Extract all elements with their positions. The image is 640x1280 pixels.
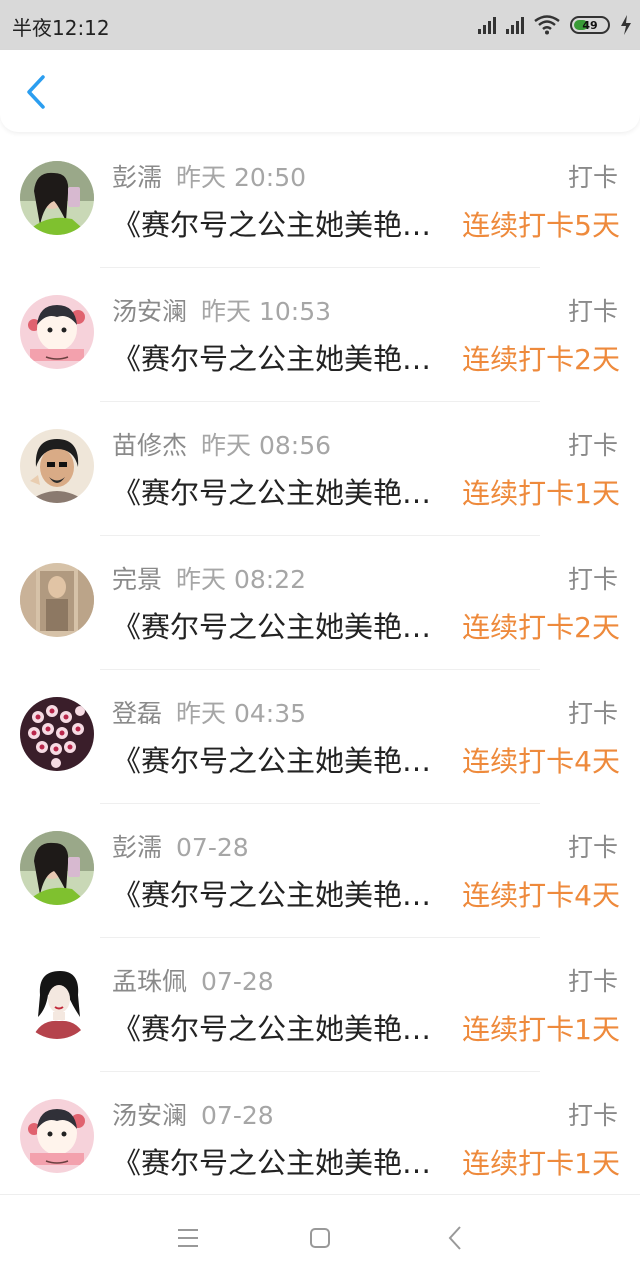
checkin-label: 打卡 xyxy=(567,565,618,594)
avatar-photo-1 xyxy=(20,831,94,905)
avatar[interactable] xyxy=(20,697,94,771)
signal-icon xyxy=(506,16,524,34)
streak-badge: 连续打卡5天 xyxy=(462,209,620,242)
charging-icon xyxy=(621,15,631,35)
back-button[interactable] xyxy=(18,72,54,112)
menu-button[interactable] xyxy=(173,1223,203,1253)
list-item[interactable]: 苗修杰 昨天 08:56 打卡《赛尔号之公主她美艳动人》 连续打卡1天 xyxy=(0,402,640,536)
checkin-label: 打卡 xyxy=(567,833,618,862)
streak-badge: 连续打卡1天 xyxy=(462,1013,620,1046)
back-chevron-icon xyxy=(27,75,45,109)
avatar-photo-2 xyxy=(20,429,94,503)
book-title[interactable]: 《赛尔号之公主她美艳动人》 xyxy=(112,604,458,646)
menu-icon xyxy=(178,1229,198,1247)
streak-badge: 连续打卡4天 xyxy=(462,879,620,912)
status-time: 半夜12:12 xyxy=(12,16,110,40)
avatar-flowers xyxy=(20,697,94,771)
checkin-time: 昨天 08:22 xyxy=(176,565,307,594)
checkin-time: 昨天 08:56 xyxy=(201,431,332,460)
streak-badge: 连续打卡4天 xyxy=(462,745,620,778)
checkin-time: 07-28 xyxy=(201,1101,274,1130)
name-row: 苗修杰 昨天 08:56 xyxy=(112,426,331,462)
book-title[interactable]: 《赛尔号之公主她美艳动人》 xyxy=(112,470,458,512)
book-title[interactable]: 《赛尔号之公主她美艳动人》 xyxy=(112,1006,458,1048)
avatar[interactable] xyxy=(20,161,94,235)
header xyxy=(0,50,640,132)
home-icon xyxy=(310,1228,330,1248)
system-back-button[interactable] xyxy=(440,1223,470,1253)
user-name[interactable]: 苗修杰 xyxy=(112,431,187,460)
book-title[interactable]: 《赛尔号之公主她美艳动人》 xyxy=(112,1140,458,1182)
checkin-time: 昨天 04:35 xyxy=(176,699,307,728)
checkin-time: 07-28 xyxy=(176,833,249,862)
list-item[interactable]: 完景 昨天 08:22 打卡《赛尔号之公主她美艳动人》 连续打卡2天 xyxy=(0,536,640,670)
list-item[interactable]: 汤安澜 昨天 10:53 打卡《赛尔号之公主她美艳动人》 连续打卡2天 xyxy=(0,268,640,402)
wifi-icon xyxy=(534,15,560,35)
status-icons: 49 xyxy=(478,12,632,38)
checkin-time: 07-28 xyxy=(201,967,274,996)
user-name[interactable]: 孟珠佩 xyxy=(112,967,187,996)
checkin-label: 打卡 xyxy=(567,163,618,192)
streak-badge: 连续打卡1天 xyxy=(462,477,620,510)
book-title[interactable]: 《赛尔号之公主她美艳动人》 xyxy=(112,336,458,378)
name-row: 汤安澜 07-28 xyxy=(112,1096,274,1132)
list-item[interactable]: 彭濡 07-28 打卡《赛尔号之公主她美艳动人》 连续打卡4天 xyxy=(0,804,640,938)
checkin-label: 打卡 xyxy=(567,967,618,996)
book-title[interactable]: 《赛尔号之公主她美艳动人》 xyxy=(112,738,458,780)
avatar-illustration xyxy=(20,965,94,1039)
checkin-list[interactable]: 彭濡 昨天 20:50 打卡 《赛尔号之公主她美艳动人》 连续打卡5天 汤安澜 昨天 10:… xyxy=(0,134,640,1194)
checkin-label: 打卡 xyxy=(567,431,618,460)
checkin-time: 昨天 10:53 xyxy=(201,297,332,326)
signal-icon xyxy=(478,16,496,34)
name-row: 完景 昨天 08:22 xyxy=(112,560,306,596)
status-bar: 半夜12:12 49 xyxy=(0,0,640,50)
name-row: 彭濡 07-28 xyxy=(112,828,249,864)
avatar-photo-1 xyxy=(20,161,94,235)
streak-badge: 连续打卡2天 xyxy=(462,611,620,644)
avatar[interactable] xyxy=(20,1099,94,1173)
streak-badge: 连续打卡1天 xyxy=(462,1147,620,1180)
checkin-label: 打卡 xyxy=(567,1101,618,1130)
avatar[interactable] xyxy=(20,563,94,637)
back-icon xyxy=(448,1226,461,1250)
avatar[interactable] xyxy=(20,831,94,905)
list-item[interactable]: 汤安澜 07-28 打卡《赛尔号之公主她美艳动人》 连续打卡1天 xyxy=(0,1072,640,1194)
avatar-cartoon-1 xyxy=(20,1099,94,1173)
avatar[interactable] xyxy=(20,965,94,1039)
name-row: 彭濡 昨天 20:50 xyxy=(112,158,306,194)
name-row: 汤安澜 昨天 10:53 xyxy=(112,292,331,328)
avatar-photo-3 xyxy=(20,563,94,637)
checkin-time: 昨天 20:50 xyxy=(176,163,307,192)
checkin-label: 打卡 xyxy=(567,297,618,326)
user-name[interactable]: 汤安澜 xyxy=(112,1101,187,1130)
battery-level: 49 xyxy=(582,18,598,32)
system-nav-bar xyxy=(0,1194,640,1280)
list-item[interactable]: 彭濡 昨天 20:50 打卡《赛尔号之公主她美艳动人》 连续打卡5天 xyxy=(0,134,640,268)
avatar-cartoon-1 xyxy=(20,295,94,369)
battery-icon: 49 xyxy=(570,16,610,34)
list-item[interactable]: 孟珠佩 07-28 打卡《赛尔号之公主她美艳动人》 连续打卡1天 xyxy=(0,938,640,1072)
user-name[interactable]: 完景 xyxy=(112,565,162,594)
streak-badge: 连续打卡2天 xyxy=(462,343,620,376)
user-name[interactable]: 彭濡 xyxy=(112,833,162,862)
avatar[interactable] xyxy=(20,295,94,369)
user-name[interactable]: 彭濡 xyxy=(112,163,162,192)
user-name[interactable]: 汤安澜 xyxy=(112,297,187,326)
book-title[interactable]: 《赛尔号之公主她美艳动人》 xyxy=(112,202,458,244)
checkin-label: 打卡 xyxy=(567,699,618,728)
home-button[interactable] xyxy=(305,1223,335,1253)
name-row: 登磊 昨天 04:35 xyxy=(112,694,306,730)
book-title[interactable]: 《赛尔号之公主她美艳动人》 xyxy=(112,872,458,914)
avatar[interactable] xyxy=(20,429,94,503)
list-item[interactable]: 登磊 昨天 04:35 打卡《赛尔号之公主她美艳动人》 连续打卡4天 xyxy=(0,670,640,804)
user-name[interactable]: 登磊 xyxy=(112,699,162,728)
name-row: 孟珠佩 07-28 xyxy=(112,962,274,998)
